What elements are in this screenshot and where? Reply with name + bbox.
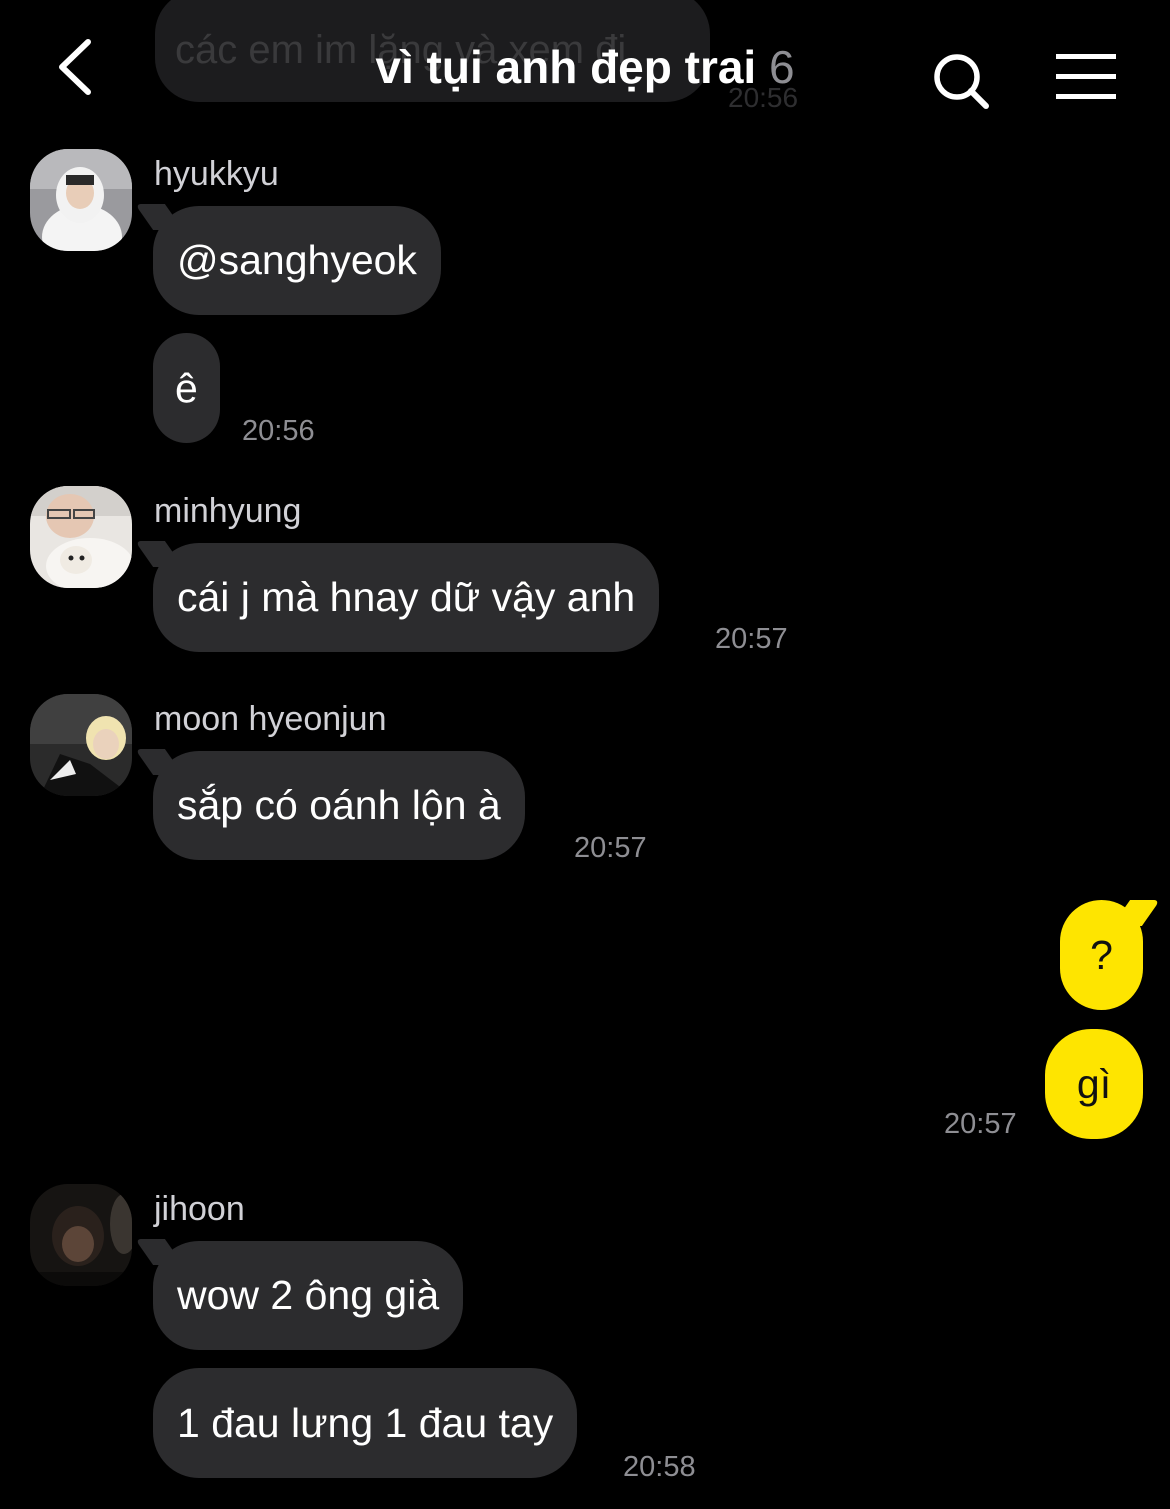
message-bubble[interactable]: cái j mà hnay dữ vậy anh bbox=[153, 543, 660, 652]
avatar-hyukkyu[interactable] bbox=[30, 149, 132, 251]
message-time: 20:57 bbox=[574, 832, 647, 864]
message-time: 20:57 bbox=[944, 1108, 1017, 1140]
member-count: 6 bbox=[769, 41, 795, 93]
sender-name: hyukkyu bbox=[154, 155, 279, 193]
avatar-jihoon[interactable] bbox=[30, 1184, 132, 1286]
message-bubble[interactable]: 1 đau lưng 1 đau tay bbox=[153, 1368, 578, 1478]
message-time: 20:56 bbox=[242, 415, 315, 447]
menu-button[interactable] bbox=[1054, 52, 1118, 102]
message-bubble[interactable]: @sanghyeok bbox=[153, 206, 441, 315]
avatar-moon-hyeonjun[interactable] bbox=[30, 694, 132, 796]
my-message-bubble[interactable]: ? bbox=[1060, 900, 1143, 1010]
avatar-minhyung[interactable] bbox=[30, 486, 132, 588]
message-bubble[interactable]: ê bbox=[153, 333, 220, 443]
menu-icon bbox=[1056, 54, 1116, 99]
chat-title: vì tụi anh đẹp trai 6 bbox=[0, 40, 1170, 94]
search-button[interactable] bbox=[930, 50, 994, 114]
message-time: 20:58 bbox=[623, 1451, 696, 1483]
message-bubble[interactable]: wow 2 ông già bbox=[153, 1241, 464, 1350]
message-time: 20:57 bbox=[715, 623, 788, 655]
sender-name: minhyung bbox=[154, 492, 302, 530]
chat-name: vì tụi anh đẹp trai bbox=[375, 41, 757, 93]
sender-name: jihoon bbox=[154, 1190, 245, 1228]
my-message-bubble[interactable]: gì bbox=[1045, 1029, 1143, 1139]
search-icon bbox=[934, 54, 989, 109]
sender-name: moon hyeonjun bbox=[154, 700, 387, 738]
message-bubble[interactable]: sắp có oánh lộn à bbox=[153, 751, 525, 860]
